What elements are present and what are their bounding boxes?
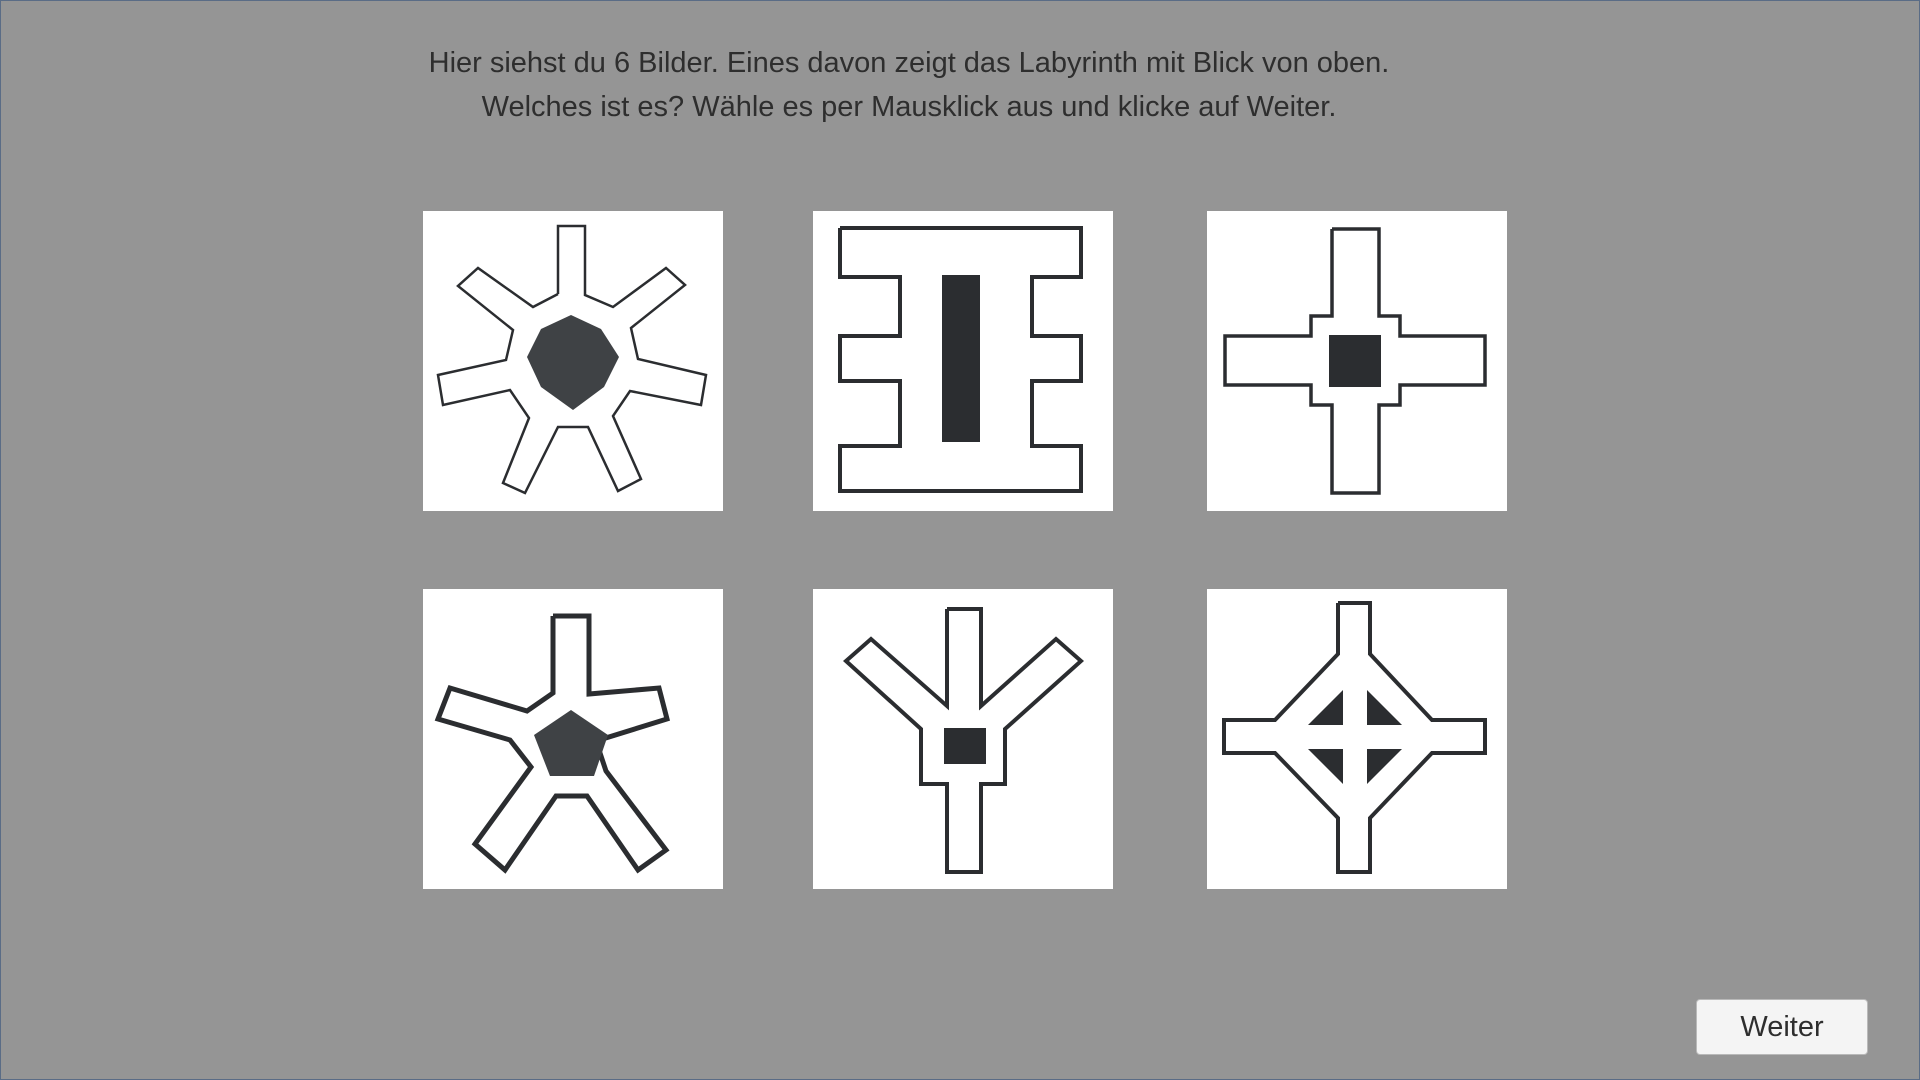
option-6[interactable] bbox=[1207, 589, 1507, 889]
option-2[interactable] bbox=[813, 211, 1113, 511]
option-5[interactable] bbox=[813, 589, 1113, 889]
option-4[interactable] bbox=[423, 589, 723, 889]
option-1[interactable] bbox=[423, 211, 723, 511]
task-screen: Hier siehst du 6 Bilder. Eines davon zei… bbox=[0, 0, 1920, 1080]
heptagon-seven-arm-maze-icon bbox=[436, 224, 708, 495]
maze-outline bbox=[1222, 601, 1487, 874]
instructions: Hier siehst du 6 Bilder. Eines davon zei… bbox=[1, 41, 1817, 129]
maze-center-block bbox=[942, 275, 980, 442]
pentagon-five-arm-maze-icon bbox=[434, 613, 671, 874]
maze-center-block bbox=[1329, 335, 1381, 387]
maze-center-triangles bbox=[1308, 690, 1402, 784]
instruction-line-2: Welches ist es? Wähle es per Mausklick a… bbox=[481, 91, 1337, 123]
diamond-cross-maze-icon bbox=[1222, 601, 1487, 874]
plus-cross-maze-icon bbox=[1223, 227, 1487, 495]
maze-center-block bbox=[944, 728, 986, 764]
option-3[interactable] bbox=[1207, 211, 1507, 511]
next-button[interactable]: Weiter bbox=[1696, 999, 1868, 1055]
i-beam-corridor-maze-icon bbox=[838, 226, 1083, 493]
maze-center-hub bbox=[534, 710, 608, 776]
instruction-line-1: Hier siehst du 6 Bilder. Eines davon zei… bbox=[428, 47, 1390, 79]
maze-center-hub bbox=[527, 315, 619, 410]
y-fork-maze-icon bbox=[842, 607, 1085, 874]
